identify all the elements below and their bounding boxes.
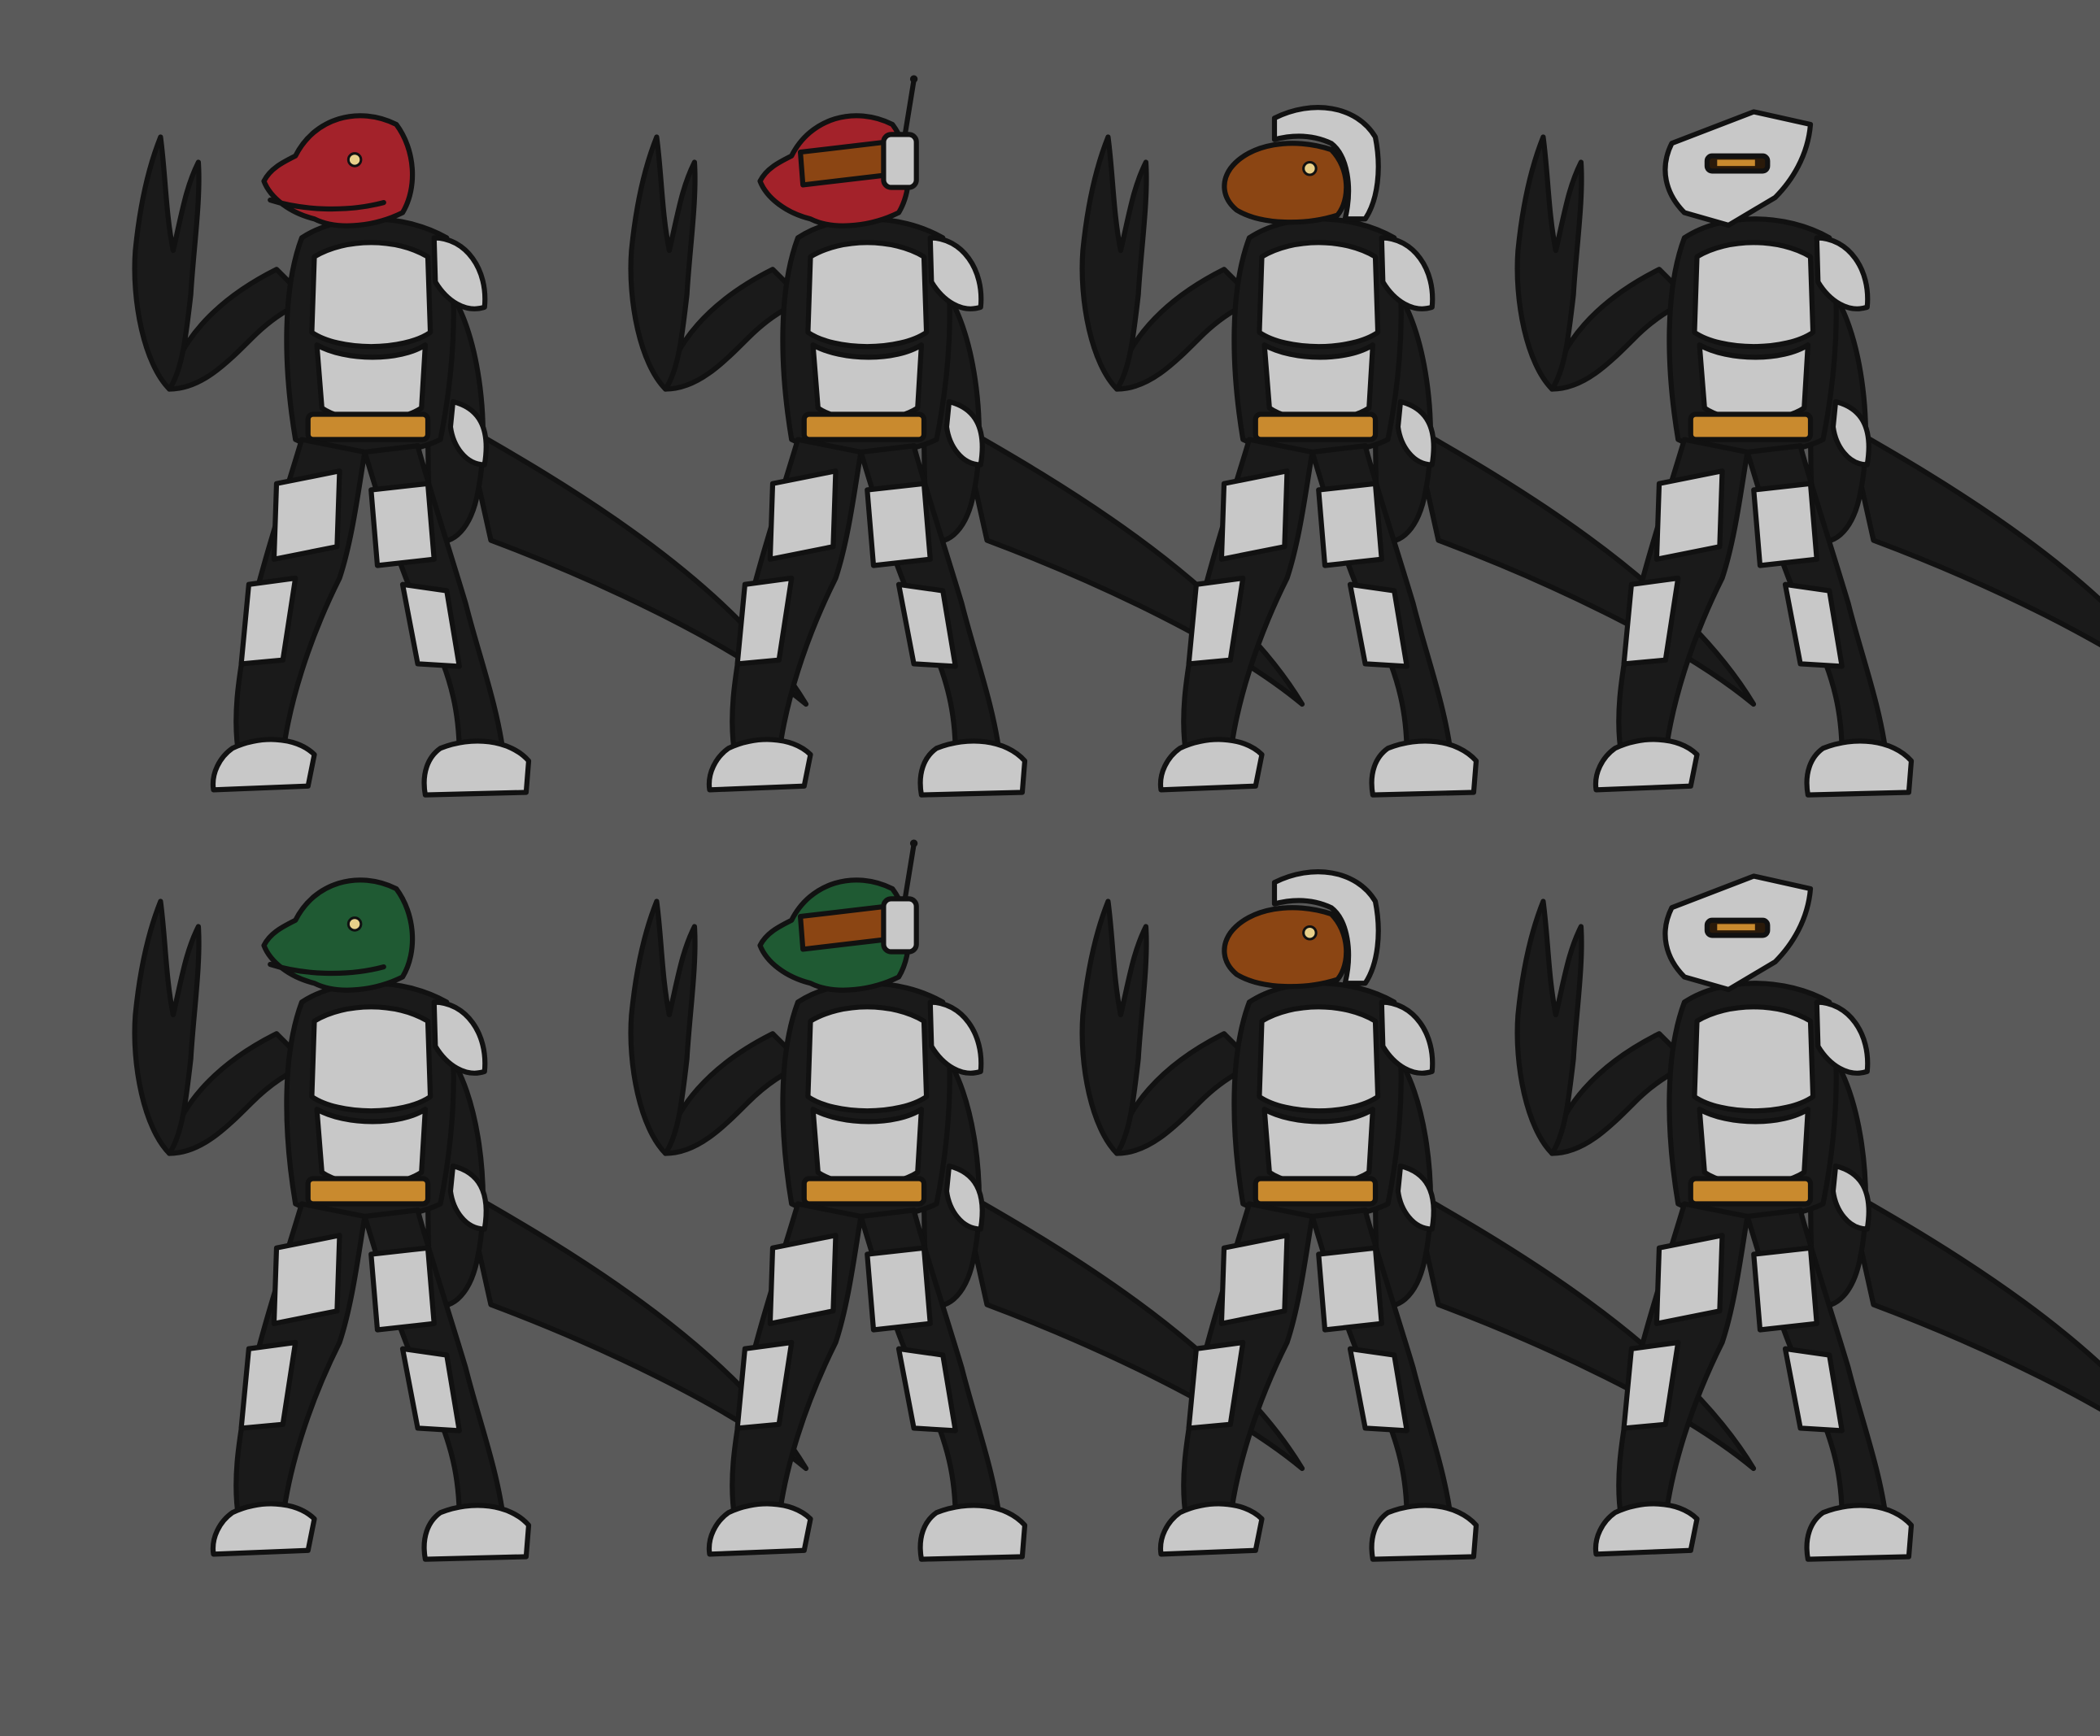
head-full-helmet bbox=[1665, 112, 1810, 226]
armored-body bbox=[135, 137, 806, 795]
head-visor-with-antenna bbox=[760, 840, 918, 990]
figure-red-none bbox=[135, 115, 806, 794]
armored-body bbox=[1518, 137, 2100, 795]
figure-green-none bbox=[135, 880, 806, 1559]
head-none bbox=[264, 115, 413, 225]
head-visor-with-antenna bbox=[760, 76, 918, 226]
figure-red-full-helmet bbox=[1518, 112, 2100, 795]
head-none bbox=[264, 880, 413, 990]
armored-body bbox=[135, 902, 806, 1560]
armored-body bbox=[1518, 902, 2100, 1560]
head-open-helmet bbox=[1224, 872, 1378, 986]
character-sheet-canvas bbox=[0, 0, 2100, 1732]
head-full-helmet bbox=[1665, 877, 1810, 990]
figure-green-full-helmet bbox=[1518, 877, 2100, 1560]
head-open-helmet bbox=[1224, 107, 1378, 222]
character-lineup bbox=[0, 0, 2100, 1732]
